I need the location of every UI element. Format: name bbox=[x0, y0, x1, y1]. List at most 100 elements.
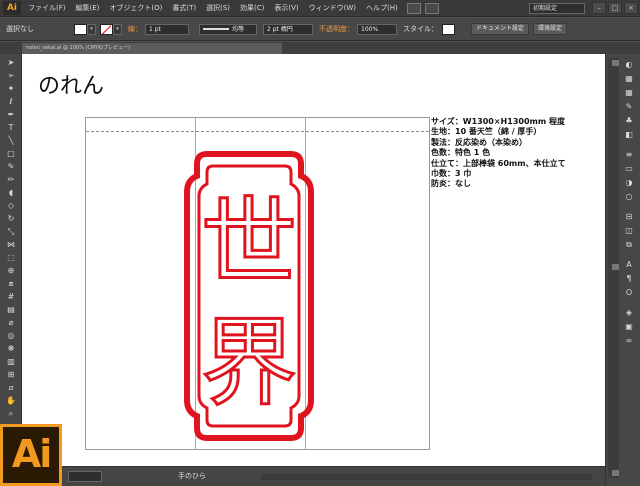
type-icon[interactable]: T bbox=[4, 123, 18, 133]
fill-dropdown[interactable]: ▾ bbox=[87, 23, 96, 35]
perspective-icon[interactable]: ⧈ bbox=[4, 279, 18, 289]
menu-edit[interactable]: 編集(E) bbox=[71, 3, 105, 13]
hand-icon[interactable]: ✋ bbox=[4, 396, 18, 406]
minimize-button[interactable]: – bbox=[592, 2, 606, 14]
selection-status: 選択なし bbox=[6, 25, 34, 33]
rotate-icon[interactable]: ↻ bbox=[4, 214, 18, 224]
line-icon[interactable]: ╲ bbox=[4, 136, 18, 146]
app-logo[interactable]: Ai bbox=[3, 1, 21, 15]
width-icon[interactable]: ⋈ bbox=[4, 240, 18, 250]
zoom-field[interactable] bbox=[68, 471, 102, 482]
direct-selection-icon[interactable]: ➢ bbox=[4, 71, 18, 81]
eraser-icon[interactable]: ◇ bbox=[4, 201, 18, 211]
spec-method: 製法：反応染め（本染め） bbox=[431, 137, 527, 147]
opentype-icon[interactable]: O bbox=[623, 288, 635, 298]
fill-swatch[interactable] bbox=[74, 23, 87, 35]
align-icon[interactable]: ⊟ bbox=[623, 212, 635, 222]
brush-field[interactable]: 2 pt 楕円 bbox=[263, 23, 313, 35]
selection-icon[interactable]: ➤ bbox=[4, 58, 18, 68]
horizontal-scrollbar[interactable] bbox=[262, 474, 592, 480]
menu-window[interactable]: ウィンドウ(W) bbox=[304, 3, 361, 13]
character-icon[interactable]: A bbox=[623, 260, 635, 270]
status-bar: 手のひら bbox=[22, 466, 605, 486]
zoom-icon[interactable]: ⌕ bbox=[4, 409, 18, 419]
blob-brush-icon[interactable]: ◖ bbox=[4, 188, 18, 198]
menu-object[interactable]: オブジェクト(O) bbox=[104, 3, 167, 13]
document-tab-bar: nolen_sekai.ai @ 100% (CMYK/プレビュー) bbox=[0, 42, 640, 54]
menu-type[interactable]: 書式(T) bbox=[167, 3, 201, 13]
panel-dock: ◐ ▦ ▦ ✎ ♣ ◧ ≡ ▭ ◑ ○ ⊟ ◫ ⧉ A ¶ O ◈ ▣ ∞ bbox=[605, 54, 640, 486]
stroke-swatch[interactable] bbox=[100, 23, 113, 35]
canvas[interactable]: のれん 世 界 サイズ：W1300×H1300mm 程度 生地：10 番天竺（綿… bbox=[22, 54, 605, 466]
scroll-down-arrow[interactable] bbox=[612, 470, 619, 476]
stroke-weight-field[interactable]: 1 pt bbox=[145, 23, 189, 35]
tools-panel: ➤ ➢ ✦ ℓ ✒ T ╲ □ ✎ ✏ ◖ ◇ ↻ ⤡ ⋈ ⬚ ⊕ ⧈ # ▤ … bbox=[0, 54, 22, 424]
illustrator-logo: Ai bbox=[0, 424, 62, 486]
shape-builder-icon[interactable]: ⊕ bbox=[4, 266, 18, 276]
swatches-icon[interactable]: ▦ bbox=[623, 88, 635, 98]
gradient-panel-icon[interactable]: ▭ bbox=[623, 164, 635, 174]
menu-effect[interactable]: 効果(C) bbox=[235, 3, 269, 13]
paragraph-icon[interactable]: ¶ bbox=[623, 274, 635, 284]
rectangle-icon[interactable]: □ bbox=[4, 149, 18, 159]
menu-help[interactable]: ヘルプ(H) bbox=[361, 3, 403, 13]
document-title: のれん bbox=[38, 74, 105, 99]
layers-icon[interactable]: ◈ bbox=[623, 308, 635, 318]
artboard-icon[interactable]: ⊞ bbox=[4, 370, 18, 380]
paintbrush-icon[interactable]: ✎ bbox=[4, 162, 18, 172]
opacity-field[interactable]: 100% bbox=[357, 23, 397, 35]
slice-icon[interactable]: ⧄ bbox=[4, 383, 18, 393]
artboard[interactable]: 世 界 bbox=[85, 117, 430, 450]
gradient-icon[interactable]: ▤ bbox=[4, 305, 18, 315]
transparency-icon[interactable]: ◑ bbox=[623, 178, 635, 188]
mesh-icon[interactable]: # bbox=[4, 292, 18, 302]
brushes-icon[interactable]: ✎ bbox=[623, 102, 635, 112]
current-tool-status[interactable]: 手のひら bbox=[178, 471, 206, 481]
close-button[interactable]: × bbox=[624, 2, 638, 14]
opacity-label[interactable]: 不透明度： bbox=[319, 24, 354, 34]
lasso-icon[interactable]: ℓ bbox=[4, 97, 18, 107]
appearance-icon[interactable]: ○ bbox=[623, 192, 635, 202]
stroke-dropdown[interactable]: ▾ bbox=[113, 23, 122, 35]
seal-stamp[interactable]: 世 界 bbox=[179, 146, 319, 446]
artboards-panel-icon[interactable]: ▣ bbox=[623, 322, 635, 332]
rod-pocket-line bbox=[86, 131, 429, 132]
pathfinder-icon[interactable]: ◫ bbox=[623, 226, 635, 236]
stroke-profile-field[interactable]: 均等 bbox=[199, 23, 257, 35]
style-label: スタイル： bbox=[403, 25, 438, 33]
stroke-icon[interactable]: ≡ bbox=[623, 150, 635, 160]
spec-size: サイズ：W1300×H1300mm 程度 bbox=[431, 117, 565, 126]
graphic-styles-icon[interactable]: ◧ bbox=[623, 130, 635, 140]
vertical-scrollbar[interactable] bbox=[608, 58, 619, 478]
free-transform-icon[interactable]: ⬚ bbox=[4, 253, 18, 263]
bridge-icon[interactable] bbox=[406, 2, 421, 14]
pencil-icon[interactable]: ✏ bbox=[4, 175, 18, 185]
menu-select[interactable]: 選択(S) bbox=[201, 3, 235, 13]
spec-finish: 仕立て：上部棒袋 60mm、本仕立て bbox=[431, 158, 566, 168]
color-guide-icon[interactable]: ▦ bbox=[623, 74, 635, 84]
symbol-sprayer-icon[interactable]: ❋ bbox=[4, 344, 18, 354]
scroll-thumb[interactable] bbox=[612, 264, 619, 270]
menu-file[interactable]: ファイル(F) bbox=[23, 3, 71, 13]
document-tab[interactable]: nolen_sekai.ai @ 100% (CMYK/プレビュー) bbox=[22, 43, 282, 54]
symbols-icon[interactable]: ♣ bbox=[623, 116, 635, 126]
graph-icon[interactable]: ▥ bbox=[4, 357, 18, 367]
maximize-button[interactable]: □ bbox=[608, 2, 622, 14]
style-swatch[interactable] bbox=[442, 23, 455, 35]
pen-icon[interactable]: ✒ bbox=[4, 110, 18, 120]
color-icon[interactable]: ◐ bbox=[623, 60, 635, 70]
scale-icon[interactable]: ⤡ bbox=[4, 227, 18, 237]
magic-wand-icon[interactable]: ✦ bbox=[4, 84, 18, 94]
document-setup-button[interactable]: ドキュメント設定 bbox=[471, 23, 530, 35]
scroll-up-arrow[interactable] bbox=[612, 60, 619, 66]
preferences-button[interactable]: 環境設定 bbox=[533, 23, 568, 35]
stroke-style-label: 均等 bbox=[232, 25, 245, 33]
workspace-switcher[interactable]: 初期設定 bbox=[529, 3, 585, 14]
arrange-documents-icon[interactable] bbox=[424, 2, 439, 14]
eyedropper-icon[interactable]: ⌀ bbox=[4, 318, 18, 328]
links-icon[interactable]: ∞ bbox=[623, 336, 635, 346]
transform-icon[interactable]: ⧉ bbox=[623, 240, 635, 250]
blend-icon[interactable]: ◎ bbox=[4, 331, 18, 341]
menu-view[interactable]: 表示(V) bbox=[269, 3, 303, 13]
stroke-label[interactable]: 線： bbox=[128, 24, 142, 34]
